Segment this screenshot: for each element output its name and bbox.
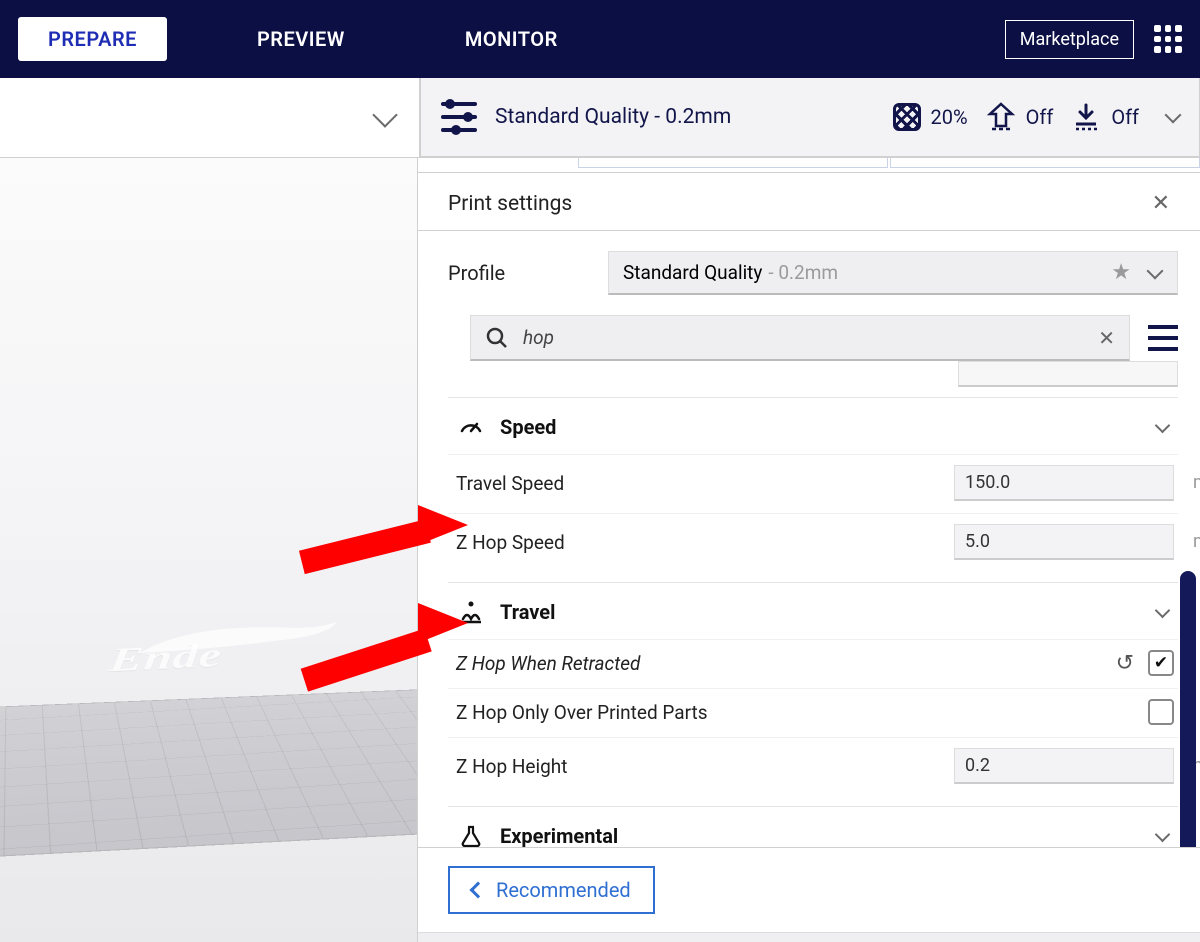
print-settings-panel: Print settings ✕ Profile Standard Qualit… [417, 158, 1200, 942]
setting-z-hop-speed: Z Hop Speed mm/s [448, 513, 1178, 572]
z-hop-speed-field[interactable]: mm/s [954, 524, 1174, 560]
profile-summary-text: Standard Quality - 0.2mm [495, 105, 731, 129]
settings-menu-button[interactable] [1148, 325, 1178, 351]
marketplace-button[interactable]: Marketplace [1005, 20, 1134, 59]
clear-search-button[interactable]: ✕ [1098, 326, 1115, 350]
tab-preview[interactable]: PREVIEW [227, 17, 375, 61]
summary-bar: Standard Quality - 0.2mm 20% Off Off [0, 78, 1200, 158]
z-hop-height-input[interactable] [965, 755, 1193, 776]
profile-detail: - 0.2mm [768, 261, 838, 284]
chevron-down-icon [1155, 417, 1171, 433]
setting-label: Z Hop When Retracted [456, 652, 1106, 675]
recommended-button[interactable]: Recommended [448, 866, 655, 914]
unit-label: mm/s [1193, 531, 1200, 552]
setting-z-hop-when-retracted: Z Hop When Retracted ↺ [448, 639, 1178, 688]
profile-label: Profile [448, 261, 588, 285]
travel-speed-field[interactable]: mm/s [954, 465, 1174, 501]
chevron-down-icon [1155, 826, 1171, 842]
setting-z-hop-height: Z Hop Height mm [448, 737, 1178, 796]
recommended-label: Recommended [496, 878, 631, 902]
unit-label: mm/s [1193, 472, 1200, 493]
z-hop-speed-input[interactable] [965, 531, 1193, 552]
section-experimental-header[interactable]: Experimental [448, 806, 1178, 847]
panel-footer-divider [418, 932, 1200, 942]
panel-title: Print settings [448, 192, 572, 216]
profile-summary[interactable]: Standard Quality - 0.2mm 20% Off Off [420, 78, 1200, 157]
search-input[interactable] [523, 326, 1084, 349]
bed-logo-text: Ende [107, 635, 223, 679]
tab-prepare[interactable]: PREPARE [18, 17, 167, 61]
top-navigation: PREPARE PREVIEW MONITOR Marketplace [0, 0, 1200, 78]
travel-speed-input[interactable] [965, 472, 1193, 493]
z-hop-retracted-checkbox[interactable] [1148, 650, 1174, 676]
setting-label: Z Hop Speed [456, 531, 944, 554]
profile-dropdown[interactable]: Standard Quality - 0.2mm ★ [608, 251, 1178, 295]
annotation-arrow-head [418, 505, 468, 545]
close-panel-button[interactable]: ✕ [1152, 191, 1170, 216]
setting-z-hop-only-printed: Z Hop Only Over Printed Parts [448, 688, 1178, 737]
adhesion-value: Off [1111, 105, 1139, 129]
setting-label: Travel Speed [456, 472, 944, 495]
printer-dropdown[interactable] [0, 78, 420, 157]
speed-icon [456, 412, 486, 442]
chevron-down-icon [372, 102, 397, 127]
profile-name: Standard Quality [623, 261, 762, 284]
chevron-down-icon [1155, 602, 1171, 618]
summary-infill: 20% [893, 103, 968, 131]
section-travel-title: Travel [500, 600, 1143, 624]
reset-setting-button[interactable]: ↺ [1116, 651, 1134, 676]
z-hop-only-printed-checkbox[interactable] [1148, 699, 1174, 725]
summary-adhesion: Off [1071, 102, 1139, 132]
section-travel-header[interactable]: Travel [448, 582, 1178, 639]
annotation-arrow-head [418, 603, 468, 643]
apps-grid-icon[interactable] [1154, 25, 1182, 53]
setting-travel-speed: Travel Speed mm/s [448, 454, 1178, 513]
tab-monitor[interactable]: MONITOR [435, 17, 588, 61]
chevron-left-icon [470, 882, 487, 899]
z-hop-height-field[interactable]: mm [954, 748, 1174, 784]
support-icon [986, 102, 1016, 132]
chevron-down-icon [1147, 262, 1164, 279]
infill-icon [893, 103, 921, 131]
collapsed-field[interactable] [958, 361, 1178, 387]
settings-search-box[interactable]: ✕ [470, 315, 1130, 361]
infill-value: 20% [931, 105, 968, 129]
summary-support: Off [986, 102, 1054, 132]
favorite-star-icon[interactable]: ★ [1111, 260, 1131, 285]
section-speed-header[interactable]: Speed [448, 397, 1178, 454]
chevron-down-icon [1165, 107, 1182, 124]
section-experimental-title: Experimental [500, 824, 1143, 847]
section-speed-title: Speed [500, 415, 1143, 439]
setting-label: Z Hop Only Over Printed Parts [456, 701, 1138, 724]
support-value: Off [1026, 105, 1054, 129]
scrollbar-thumb[interactable] [1180, 571, 1196, 847]
adhesion-icon [1071, 102, 1101, 132]
setting-label: Z Hop Height [456, 755, 944, 778]
sliders-icon [441, 102, 477, 132]
flask-icon [456, 821, 486, 847]
build-plate [0, 687, 417, 867]
search-icon [485, 326, 509, 350]
